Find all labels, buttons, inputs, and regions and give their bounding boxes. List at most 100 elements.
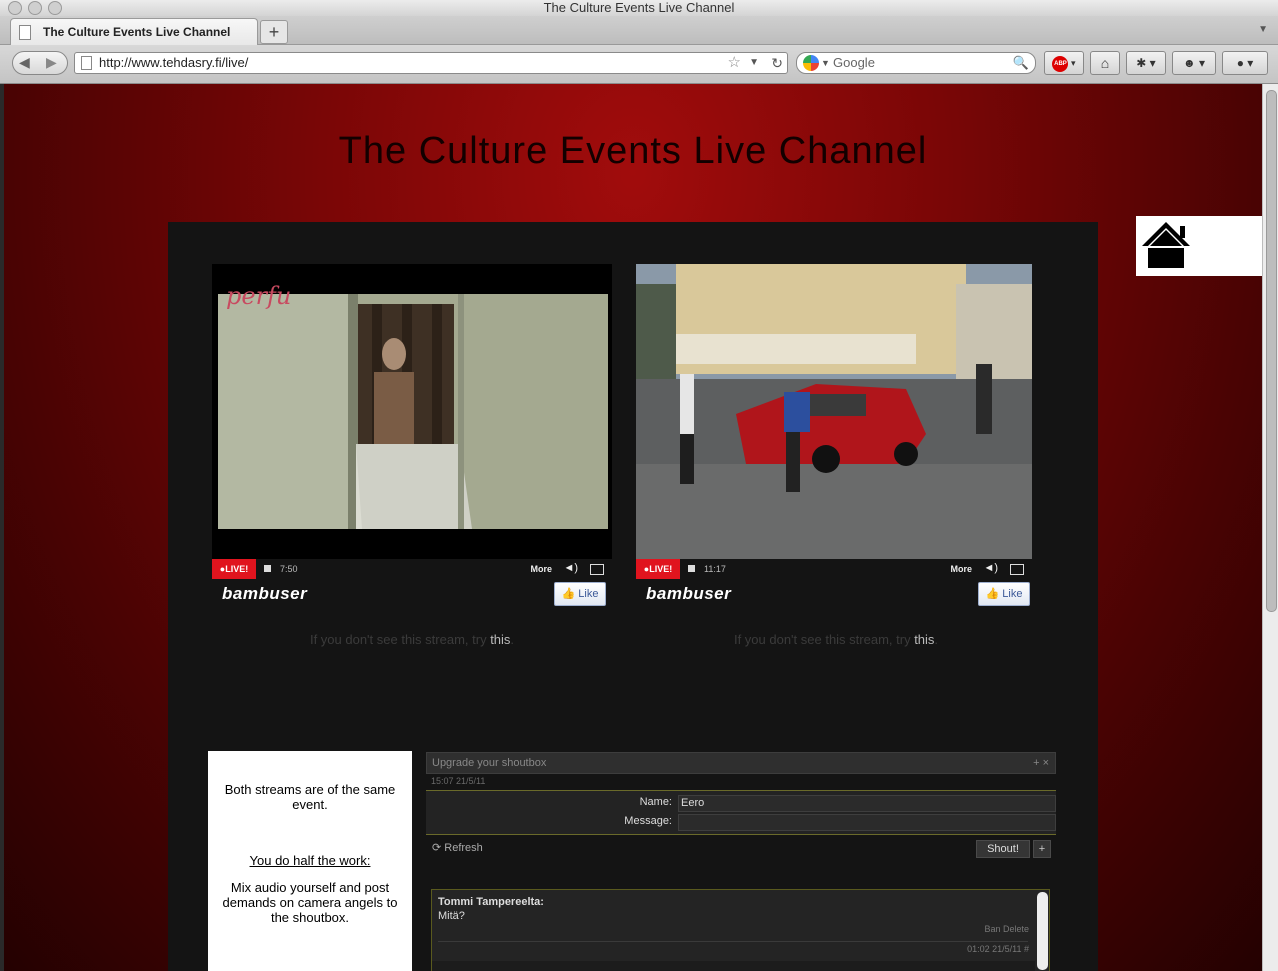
video-player-1[interactable]: perfu <box>212 264 612 559</box>
forward-button[interactable]: ▶ <box>46 54 57 71</box>
page-icon <box>81 56 92 70</box>
message-author: Tommi Tampereelta: <box>438 896 544 908</box>
info-box: Both streams are of the same event. You … <box>208 751 412 971</box>
info-text-1: Both streams are of the same event. <box>224 782 396 812</box>
search-icon[interactable]: 🔍 <box>1013 53 1029 73</box>
page-title: The Culture Events Live Channel <box>338 130 928 172</box>
home-icon: ⌂ <box>1100 55 1110 71</box>
live-badge: ●LIVE! <box>636 559 680 579</box>
video-player-2[interactable] <box>636 264 1032 559</box>
thumbs-up-icon: 👍 <box>985 588 1000 600</box>
page-icon <box>19 25 31 40</box>
fallback-suffix: . <box>510 632 515 647</box>
fullscreen-icon[interactable] <box>590 564 604 575</box>
fallback-link[interactable]: this <box>914 632 934 647</box>
like-label: Like <box>1002 588 1023 600</box>
window-titlebar: The Culture Events Live Channel <box>0 0 1278 16</box>
bambuser-logo[interactable]: bambuser <box>222 584 307 604</box>
tab-list-chevron-icon[interactable]: ▼ <box>1258 24 1268 35</box>
shout-button[interactable]: Shout! <box>976 840 1030 858</box>
overlay-watermark: perfu <box>226 282 291 310</box>
expand-button[interactable]: + <box>1033 840 1051 858</box>
reload-icon[interactable]: ↻ <box>771 53 783 73</box>
more-button[interactable]: More <box>530 559 552 579</box>
name-label: Name: <box>639 796 672 808</box>
shoutbox-header: Upgrade your shoutbox + × <box>426 752 1056 774</box>
shoutbox-form: Name: Eero Message: <box>426 790 1056 835</box>
back-button[interactable]: ◀ <box>19 54 30 71</box>
player-controls-1: ●LIVE! 7:50 More ◄) <box>212 559 612 579</box>
home-link[interactable] <box>1136 216 1262 276</box>
shoutbox-timestamp: 15:07 21/5/11 <box>431 776 486 786</box>
adblock-icon: ABP <box>1052 55 1069 72</box>
bookmark-star-icon[interactable]: ☆ <box>728 53 741 73</box>
fullscreen-icon[interactable] <box>1010 564 1024 575</box>
info-text-2: Mix audio yourself and post demands on c… <box>222 880 398 925</box>
zoom-window-button[interactable] <box>48 1 62 15</box>
window-title: The Culture Events Live Channel <box>543 0 735 15</box>
address-bar[interactable]: http://www.tehdasry.fi/live/ ☆ ▼ ↻ <box>74 52 788 74</box>
like-button[interactable]: 👍 Like <box>978 582 1030 606</box>
google-logo-icon[interactable] <box>803 55 819 71</box>
search-bar[interactable]: ▼ Google 🔍 <box>796 52 1036 74</box>
minimize-window-button[interactable] <box>28 1 42 15</box>
bookmarks-icon: ✱ <box>1136 56 1147 70</box>
more-button[interactable]: More <box>950 559 972 579</box>
player-controls-2: ●LIVE! 11:17 More ◄) <box>636 559 1032 579</box>
stop-button[interactable] <box>264 565 271 572</box>
fallback-prefix: If you don't see this stream, try <box>733 632 915 647</box>
stream-time: 11:17 <box>704 564 726 574</box>
message-list: Tommi Tampereelta: Mitä? Ban Delete 01:0… <box>431 889 1050 971</box>
message-actions[interactable]: Ban Delete <box>984 924 1029 934</box>
greasemonkey-button[interactable]: ☻ ▾ <box>1172 51 1216 75</box>
home-button[interactable]: ⌂ <box>1090 51 1120 75</box>
refresh-icon: ⟳ <box>432 842 442 854</box>
tab-bar: The Culture Events Live Channel + ▼ <box>0 16 1278 45</box>
volume-icon[interactable]: ◄) <box>983 562 998 574</box>
message-time: 01:02 21/5/11 # <box>967 944 1029 954</box>
info-heading: You do half the work: <box>249 853 371 868</box>
navigation-toolbar: ◀ ▶ http://www.tehdasry.fi/live/ ☆ ▼ ↻ ▼… <box>0 45 1278 84</box>
stream-fallback-text: If you don't see this stream, try this. <box>636 632 1036 647</box>
search-engine-dropdown-icon[interactable]: ▼ <box>821 53 830 73</box>
message-divider <box>438 941 1028 942</box>
adblock-button[interactable]: ABP ▾ <box>1044 51 1084 75</box>
history-dropdown-icon[interactable]: ▼ <box>749 53 759 73</box>
stream-time: 7:50 <box>280 564 298 574</box>
shoutbox-header-controls[interactable]: + × <box>1033 753 1049 773</box>
fallback-suffix: . <box>934 632 939 647</box>
new-tab-button[interactable]: + <box>260 20 288 44</box>
addon-button[interactable]: ● ▾ <box>1222 51 1268 75</box>
shoutbox: Upgrade your shoutbox + × 15:07 21/5/11 … <box>426 752 1056 971</box>
bambuser-logo[interactable]: bambuser <box>646 584 731 604</box>
video-frame-2 <box>636 264 1032 559</box>
stop-button[interactable] <box>688 565 695 572</box>
name-field[interactable]: Eero <box>678 795 1056 812</box>
fallback-prefix: If you don't see this stream, try <box>309 632 491 647</box>
page-scrollbar[interactable] <box>1262 84 1278 971</box>
fallback-link[interactable]: this <box>490 632 510 647</box>
like-button[interactable]: 👍 Like <box>554 582 606 606</box>
like-label: Like <box>578 588 599 600</box>
browser-tab[interactable]: The Culture Events Live Channel <box>10 18 258 45</box>
upgrade-shoutbox-link[interactable]: Upgrade your shoutbox <box>432 753 546 773</box>
bookmarks-button[interactable]: ✱ ▾ <box>1126 51 1166 75</box>
refresh-button[interactable]: ⟳ Refresh <box>432 841 483 854</box>
search-placeholder: Google <box>833 55 875 70</box>
web-content: The Culture Events Live Channel perfu ●L… <box>4 84 1262 971</box>
message-label: Message: <box>624 815 672 827</box>
stream-fallback-text: If you don't see this stream, try this. <box>212 632 612 647</box>
monkey-icon: ☻ <box>1183 56 1196 70</box>
back-forward-buttons: ◀ ▶ <box>12 51 68 75</box>
close-window-button[interactable] <box>8 1 22 15</box>
refresh-label: Refresh <box>444 842 483 854</box>
tab-title: The Culture Events Live Channel <box>43 25 231 39</box>
volume-icon[interactable]: ◄) <box>563 562 578 574</box>
message-text: Mitä? <box>438 910 465 922</box>
scrollbar-thumb[interactable] <box>1266 90 1277 612</box>
list-item <box>432 961 1035 971</box>
speech-bubble-icon: ● <box>1236 56 1244 70</box>
message-field[interactable] <box>678 814 1056 831</box>
home-icon <box>1142 222 1190 268</box>
message-scrollbar[interactable] <box>1037 892 1048 970</box>
